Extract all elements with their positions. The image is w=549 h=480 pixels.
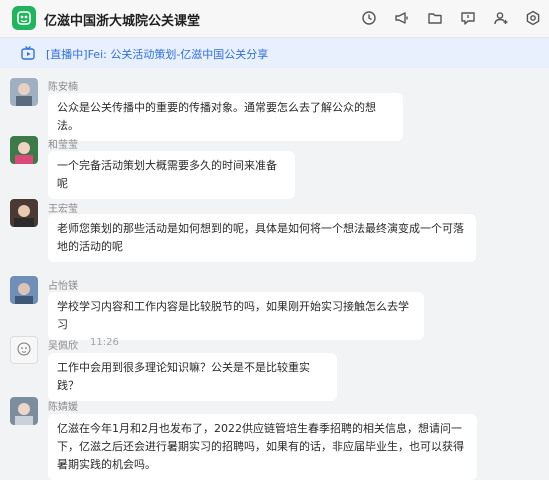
settings-icon[interactable] [524, 9, 542, 27]
sender-name: 占怡镁 [48, 281, 78, 292]
group-chat-icon [12, 6, 36, 30]
sender-name: 陈安楠 [48, 82, 78, 93]
message-bubble: 一个完备活动策划大概需要多久的时间来准备呢 [48, 151, 295, 199]
history-icon[interactable] [360, 9, 378, 27]
sender-name: 和莹莹 [48, 140, 78, 151]
message-feed[interactable]: 陈安楠 公众是公关传播中的重要的传播对象。通常要怎么去了解公众的想法。 和莹莹 … [0, 68, 549, 480]
sender-name: 王宏莹 [48, 204, 78, 215]
message-bubble: 公众是公关传播中的重要的传播对象。通常要怎么去了解公众的想法。 [48, 93, 403, 141]
message-bubble: 学校学习内容和工作内容是比较脱节的吗，如果刚开始实习接触怎么去学习 [48, 292, 424, 340]
avatar[interactable] [10, 336, 38, 364]
avatar[interactable] [10, 136, 38, 164]
live-tv-icon [20, 45, 36, 61]
chat-bubble-icon[interactable] [459, 9, 477, 27]
message-bubble: 亿滋在今年1月和2月也发布了，2022供应链管培生春季招聘的相关信息，想请问一下… [48, 414, 477, 480]
avatar[interactable] [10, 199, 38, 227]
message-bubble: 工作中会用到很多理论知识嘛？公关是不是比较重实践？ [48, 353, 337, 401]
folder-icon[interactable] [426, 9, 444, 27]
avatar[interactable] [10, 397, 38, 425]
live-banner[interactable]: [直播中]Fei: 公关活动策划-亿滋中国公关分享 [0, 38, 549, 68]
live-banner-text: [直播中]Fei: 公关活动策划-亿滋中国公关分享 [46, 48, 269, 61]
megaphone-icon[interactable] [393, 9, 411, 27]
chat-header: 亿滋中国浙大城院公关课堂 [0, 0, 549, 38]
add-user-icon[interactable] [492, 9, 510, 27]
chat-title: 亿滋中国浙大城院公关课堂 [44, 14, 201, 29]
message-bubble: 老师您策划的那些活动是如何想到的呢，具体是如何将一个想法最终演变成一个可落地的活… [48, 214, 476, 262]
avatar[interactable] [10, 276, 38, 304]
sender-name: 吴佩欣 [48, 341, 78, 352]
avatar[interactable] [10, 78, 38, 106]
message-time: 11:26 [90, 337, 119, 348]
sender-name: 陈婧媛 [48, 402, 78, 413]
